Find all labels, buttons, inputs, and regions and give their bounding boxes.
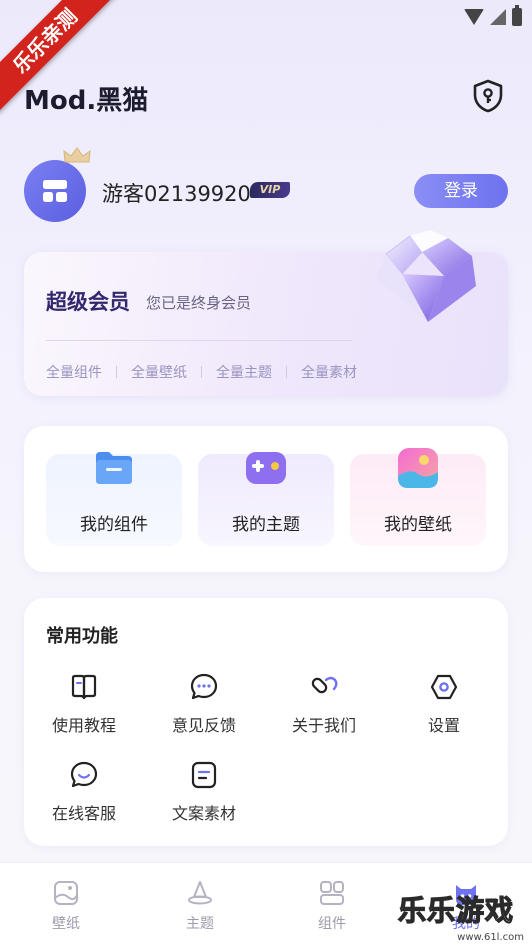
status-icons (464, 5, 522, 26)
copy-material-button[interactable]: 文案素材 (144, 760, 264, 824)
tile-label: 我的组件 (80, 515, 148, 535)
wallpaper-icon (54, 881, 78, 905)
nav-item-theme[interactable]: 主题 (160, 879, 240, 933)
tutorial-button[interactable]: 使用教程 (24, 672, 144, 736)
watermark: 乐乐游戏 www.61l.com (397, 889, 528, 943)
function-label: 设置 (427, 716, 460, 735)
watermark-text: 乐乐游戏 (397, 893, 515, 927)
benefit-item: 全量组件 (46, 365, 102, 381)
nav-item-wallpaper[interactable]: 壁纸 (26, 879, 106, 933)
nav-label: 主题 (186, 916, 214, 932)
hexagon-settings-icon (430, 674, 458, 700)
login-button[interactable]: 登录 (414, 174, 508, 208)
crown-icon (63, 147, 91, 163)
tile-label: 我的壁纸 (384, 515, 452, 535)
wifi-icon (464, 9, 484, 25)
signal-icon (490, 9, 506, 25)
shield-key-icon[interactable] (470, 78, 506, 114)
member-subtitle: 您已是终身会员 (146, 294, 252, 312)
link-icon (311, 676, 338, 694)
online-service-button[interactable]: 在线客服 (24, 760, 144, 824)
smile-chat-icon (70, 761, 98, 788)
member-card[interactable]: 超级会员 您已是终身会员 全量组件 全量壁纸 全量主题 全量素材 (24, 230, 508, 396)
tile-label: 我的主题 (232, 515, 300, 535)
book-icon (71, 674, 97, 700)
nav-label: 壁纸 (52, 916, 80, 932)
my-themes-tile[interactable]: 我的主题 (198, 452, 334, 546)
function-label: 意见反馈 (171, 716, 236, 735)
function-label: 文案素材 (171, 804, 236, 823)
member-benefits: 全量组件 全量壁纸 全量主题 全量素材 (46, 362, 357, 382)
witch-hat-icon (188, 881, 212, 905)
vip-gem-icon (376, 230, 476, 322)
member-title: 超级会员 (46, 290, 130, 314)
avatar-widget-icon (43, 180, 67, 202)
common-functions-card: 常用功能 使用教程 意见反馈 关于我们 设置 在线客服 文案素材 (24, 598, 508, 846)
divider (46, 340, 352, 341)
nav-label: 组件 (318, 916, 346, 932)
about-us-button[interactable]: 关于我们 (264, 672, 384, 736)
benefit-item: 全量壁纸 (131, 365, 187, 381)
my-items-card: 我的组件 我的主题 我的壁纸 (24, 426, 508, 572)
function-label: 关于我们 (291, 716, 356, 735)
divider (201, 366, 202, 378)
nav-item-widget[interactable]: 组件 (292, 879, 372, 933)
settings-button[interactable]: 设置 (384, 672, 504, 736)
chat-bubble-icon (190, 673, 218, 700)
battery-icon (512, 5, 522, 26)
avatar[interactable] (24, 160, 86, 222)
picture-icon (398, 448, 438, 488)
username: 游客02139920 (102, 182, 251, 206)
corner-ribbon: 乐乐亲测 (0, 0, 120, 120)
gamepad-icon (246, 452, 286, 484)
my-wallpapers-tile[interactable]: 我的壁纸 (350, 448, 486, 546)
my-components-tile[interactable]: 我的组件 (46, 452, 182, 546)
vip-badge: VIP (250, 182, 290, 198)
feedback-button[interactable]: 意见反馈 (144, 672, 264, 736)
divider (116, 366, 117, 378)
folder-icon (96, 452, 132, 484)
document-icon (191, 761, 217, 789)
ribbon-text: 乐乐亲测 (0, 0, 118, 114)
benefit-item: 全量素材 (301, 365, 357, 381)
grid-icon (320, 881, 344, 905)
divider (286, 366, 287, 378)
watermark-url: www.61l.com (457, 932, 524, 943)
benefit-item: 全量主题 (216, 365, 272, 381)
section-title: 常用功能 (46, 626, 118, 647)
function-label: 在线客服 (51, 804, 116, 823)
function-label: 使用教程 (51, 716, 116, 735)
